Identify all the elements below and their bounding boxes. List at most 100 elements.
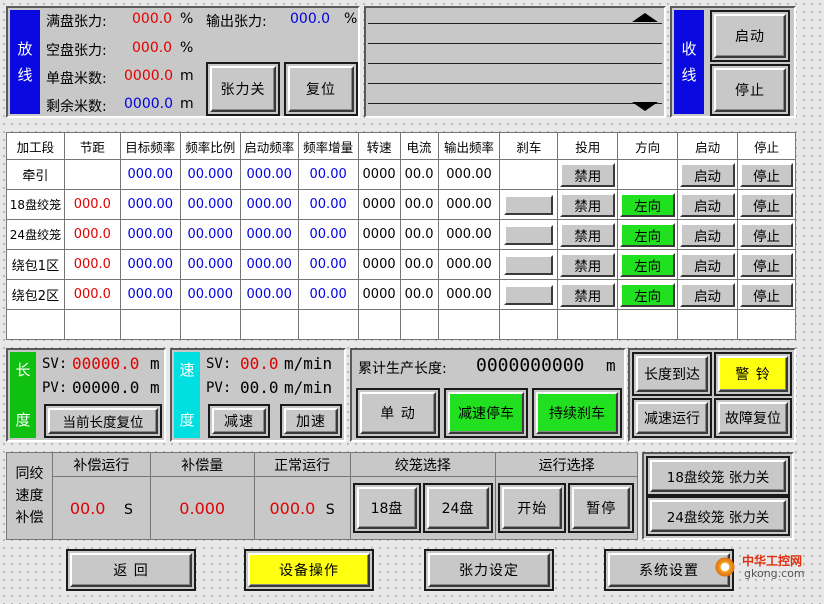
cage24-button[interactable]: 24盘	[426, 487, 489, 529]
freq-increment-cell[interactable]: 00.00	[297, 159, 359, 190]
target-freq-cell[interactable]: 000.00	[119, 219, 181, 250]
nav-system-set-button[interactable]: 系统设置	[608, 553, 730, 587]
freq-ratio-cell[interactable]: 00.000	[179, 249, 241, 280]
nav-back-button[interactable]: 返 回	[70, 553, 192, 587]
cage18-button[interactable]: 18盘	[356, 487, 417, 529]
comp-pause-button[interactable]: 暂停	[572, 487, 631, 529]
freq-ratio-cell[interactable]: 00.000	[179, 219, 241, 250]
cage24-tension-off-button[interactable]: 24盘绞笼 张力关	[650, 500, 786, 532]
table-row: 绕包2区 000.0 000.00 00.000 000.00 00.00 00…	[6, 279, 796, 310]
scroll-down-icon[interactable]	[632, 102, 658, 111]
fault-reset-button[interactable]: 故障复位	[718, 402, 788, 434]
row-stop-button[interactable]: 停止	[740, 192, 793, 217]
row-stop-button[interactable]: 停止	[740, 222, 793, 247]
row-start-button[interactable]: 启动	[680, 192, 736, 217]
freq-ratio-cell[interactable]: 00.000	[179, 279, 241, 310]
comp-run-unit: S	[123, 501, 133, 518]
start-freq-cell[interactable]: 000.00	[239, 249, 299, 280]
direction-button[interactable]: 左向	[620, 222, 676, 247]
brake-button[interactable]	[504, 254, 554, 275]
col-header: 频率增量	[297, 132, 359, 160]
use-button[interactable]: 禁用	[560, 222, 616, 247]
row-start-button[interactable]: 启动	[680, 252, 736, 277]
decel-run-frame: 减速运行	[632, 398, 712, 438]
current-cell: 00.0	[399, 249, 439, 280]
decel-stop-button[interactable]: 减速停车	[448, 392, 524, 434]
length-pv-label: PV:	[42, 380, 68, 396]
row-start-button[interactable]: 启动	[680, 282, 736, 307]
single-length-value[interactable]: 0000.0	[124, 68, 173, 84]
freq-ratio-cell[interactable]: 00.000	[179, 189, 241, 220]
row-stop-button[interactable]: 停止	[740, 252, 793, 277]
production-panel: 累计生产长度: 0000000000 m 单 动 减速停车 持续刹车	[350, 348, 626, 442]
normal-run-value[interactable]: 000.0	[270, 499, 316, 518]
col-header: 节距	[63, 132, 121, 160]
comp-start-button[interactable]: 开始	[502, 487, 563, 529]
jog-button[interactable]: 单 动	[360, 392, 436, 434]
start-freq-cell[interactable]: 000.00	[239, 219, 299, 250]
brake-button[interactable]	[504, 284, 554, 305]
pitch-cell[interactable]: 000.0	[63, 189, 121, 220]
pitch-cell[interactable]: 000.0	[63, 249, 121, 280]
col-header: 输出频率	[437, 132, 501, 160]
target-freq-cell[interactable]: 000.00	[119, 279, 181, 310]
freq-increment-cell[interactable]: 00.00	[297, 279, 359, 310]
continuous-brake-button[interactable]: 持续刹车	[536, 392, 618, 434]
row-start-button[interactable]: 启动	[680, 222, 736, 247]
brake-button[interactable]	[504, 224, 554, 245]
payoff-reset-button[interactable]: 复位	[288, 66, 354, 112]
use-button[interactable]: 禁用	[560, 192, 616, 217]
scroll-up-icon[interactable]	[632, 13, 658, 22]
direction-button[interactable]: 左向	[620, 192, 676, 217]
pitch-cell[interactable]: 000.0	[63, 219, 121, 250]
tension-off-button[interactable]: 张力关	[210, 66, 276, 112]
bell-button[interactable]: 警 铃	[718, 356, 788, 392]
freq-ratio-cell[interactable]: 00.000	[179, 159, 241, 190]
accelerate-button[interactable]: 加速	[284, 408, 338, 434]
freq-increment-cell[interactable]: 00.00	[297, 219, 359, 250]
decelerate-frame: 减速	[208, 404, 270, 438]
comp-amount-value[interactable]: 0.000	[149, 476, 255, 540]
freq-increment-cell[interactable]: 00.00	[297, 249, 359, 280]
row-stop-button[interactable]: 停止	[740, 162, 793, 187]
start-freq-cell[interactable]: 000.00	[239, 189, 299, 220]
start-freq-cell[interactable]: 000.00	[239, 279, 299, 310]
freq-increment-cell[interactable]: 00.00	[297, 189, 359, 220]
use-button[interactable]: 禁用	[560, 252, 616, 277]
row-start-button[interactable]: 启动	[680, 162, 736, 187]
cage-tension-panel: 18盘绞笼 张力关 24盘绞笼 张力关	[642, 452, 794, 540]
length-sv-value[interactable]: 00000.0	[72, 354, 139, 373]
takeup-start-button[interactable]: 启动	[714, 14, 786, 58]
cage18-tension-off-button[interactable]: 18盘绞笼 张力关	[650, 460, 786, 492]
nav-tension-set-button[interactable]: 张力设定	[428, 553, 550, 587]
empty-tension-value[interactable]: 000.0	[132, 40, 172, 56]
length-sv-unit: m	[150, 354, 160, 373]
decel-run-button[interactable]: 减速运行	[636, 402, 708, 434]
empty-tension-label: 空盘张力:	[46, 43, 107, 59]
length-reached-frame: 长度到达	[632, 352, 712, 396]
pitch-cell[interactable]: 000.0	[63, 279, 121, 310]
use-button[interactable]: 禁用	[560, 162, 616, 187]
single-length-unit: m	[180, 68, 194, 84]
brake-cell	[499, 159, 559, 190]
speed-sv-value[interactable]: 00.0	[240, 354, 279, 373]
length-reset-button[interactable]: 当前长度复位	[48, 408, 158, 434]
decelerate-button[interactable]: 减速	[212, 408, 266, 434]
takeup-stop-button[interactable]: 停止	[714, 68, 786, 112]
length-reached-button[interactable]: 长度到达	[636, 356, 708, 392]
target-freq-cell[interactable]: 000.00	[119, 159, 181, 190]
table-header-row: 加工段 节距 目标频率 频率比例 启动频率 频率增量 转速 电流 输出频率 刹车…	[6, 132, 796, 160]
comp-run-value[interactable]: 00.0	[70, 499, 106, 518]
target-freq-cell[interactable]: 000.00	[119, 249, 181, 280]
col-header: 投用	[557, 132, 619, 160]
brake-button[interactable]	[504, 194, 554, 215]
use-button[interactable]: 禁用	[560, 282, 616, 307]
direction-button[interactable]: 左向	[620, 252, 676, 277]
row-stop-button[interactable]: 停止	[740, 282, 793, 307]
start-freq-cell[interactable]: 000.00	[239, 159, 299, 190]
message-list[interactable]	[368, 10, 662, 114]
nav-device-op-button[interactable]: 设备操作	[248, 553, 370, 587]
direction-button[interactable]: 左向	[620, 282, 676, 307]
target-freq-cell[interactable]: 000.00	[119, 189, 181, 220]
full-tension-value[interactable]: 000.0	[132, 11, 172, 27]
